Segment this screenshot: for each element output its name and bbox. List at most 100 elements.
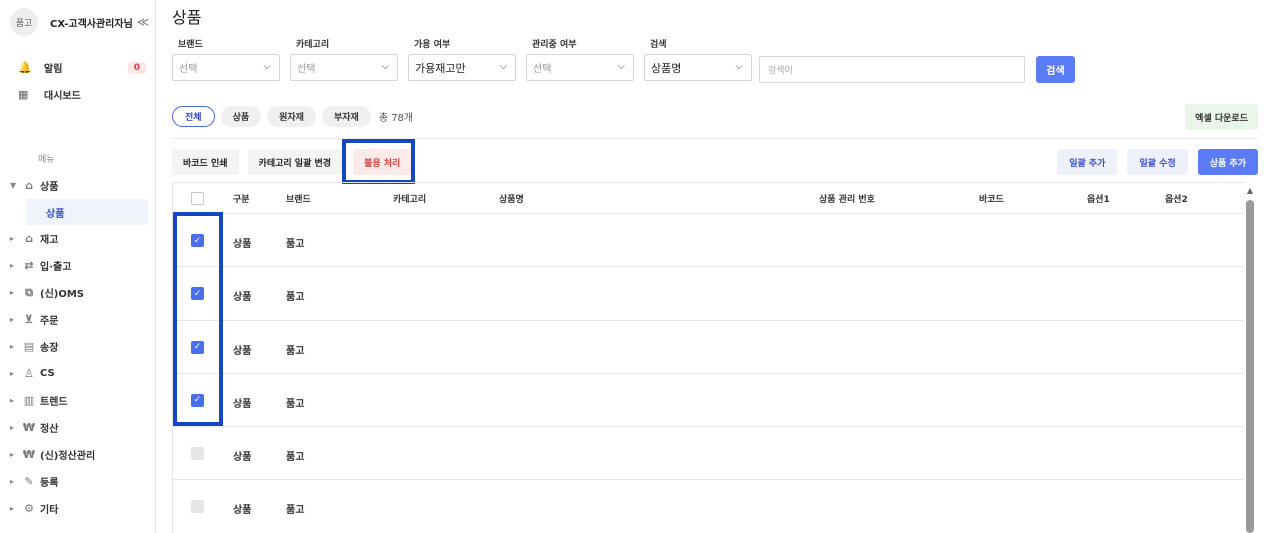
quick-links: 🔔 알림 0 ▦ 대시보드	[18, 54, 146, 108]
sidebar-item-invoice[interactable]: ▸ ▤ 송장	[10, 333, 150, 360]
brand-cell: 품고	[286, 239, 305, 250]
oms-icon: ⧉	[25, 285, 33, 299]
table-row[interactable]: ✓ 상품 품고	[173, 267, 1244, 321]
sidebar-item-trend[interactable]: ▸ ▥ 트렌드	[10, 387, 150, 414]
filter-brand: 브랜드 선택 ⌵	[172, 38, 280, 81]
invoice-icon: ▤	[23, 340, 35, 353]
chevron-right-icon: ▸	[10, 423, 15, 432]
sidebar-item-oms[interactable]: ▸ ⧉ (신)OMS	[10, 279, 150, 306]
brand-select[interactable]: 선택 ⌵	[172, 54, 280, 81]
table-row[interactable]: 상품 품고	[173, 427, 1244, 481]
available-select[interactable]: 가용재고만 ⌵	[408, 54, 516, 81]
collapse-sidebar-icon[interactable]: ≪	[137, 15, 150, 29]
table-row[interactable]: ✓ 상품 품고	[173, 214, 1244, 268]
excel-download-button[interactable]: 엑셀 다운로드	[1185, 104, 1258, 130]
row-checkbox[interactable]	[191, 447, 204, 461]
dashboard-icon: ▦	[18, 88, 29, 101]
tab-product[interactable]: 상품	[220, 106, 262, 127]
sidebar-item-cs[interactable]: ▸ ♙ CS	[10, 360, 150, 387]
user-name: CX-고객사관리자님	[50, 18, 133, 30]
search-input[interactable]: 검색어	[759, 56, 1025, 83]
column-header[interactable]: 카테고리	[393, 192, 426, 205]
filter-label: 브랜드	[178, 40, 203, 50]
chevron-right-icon: ▸	[10, 261, 15, 270]
sidebar-item-order[interactable]: ▸ ⊻ 주문	[10, 306, 150, 333]
table-scrollbar[interactable]: ▲	[1244, 182, 1256, 533]
sidebar-item-new-settle[interactable]: ▸ ₩ (신)정산관리	[10, 441, 150, 468]
sidebar-item-product[interactable]: ▼ ⌂ 상품	[10, 172, 150, 199]
table-row[interactable]: ✓ 상품 품고	[173, 374, 1244, 428]
sidebar-subitem-product[interactable]: 상품	[26, 199, 148, 225]
main-content: 상품 브랜드 선택 ⌵ 카테고리 선택 ⌵ 가용 여부 가용재고만 ⌵ 관리중 …	[172, 0, 1262, 533]
sidebar-item-label: (신)OMS	[40, 289, 84, 300]
sidebar-item-etc[interactable]: ▸ ⚙ 기타	[10, 495, 150, 522]
bar-chart-icon: ▥	[23, 394, 35, 407]
add-product-button[interactable]: 상품 추가	[1197, 149, 1258, 175]
avatar[interactable]: 품고	[10, 8, 38, 36]
won-icon: ₩	[22, 448, 36, 461]
bulk-edit-button[interactable]: 일괄 수정	[1127, 149, 1188, 175]
column-header[interactable]: 옵션1	[1087, 192, 1110, 205]
column-header[interactable]: 구분	[233, 192, 250, 205]
chevron-right-icon: ▸	[10, 288, 15, 297]
right-action-bar: 일괄 추가 일괄 수정 상품 추가	[1047, 149, 1258, 175]
column-header[interactable]: 옵션2	[1165, 192, 1188, 205]
barcode-print-button[interactable]: 바코드 인쇄	[172, 149, 239, 175]
scrollbar-thumb[interactable]	[1246, 200, 1254, 533]
brand-cell: 품고	[286, 452, 305, 464]
row-checkbox[interactable]	[191, 500, 204, 514]
type-cell: 상품	[233, 345, 252, 357]
tab-raw-material[interactable]: 원자재	[267, 106, 316, 127]
chevron-down-icon: ⌵	[617, 61, 625, 72]
search-type-select[interactable]: 상품명 ⌵	[644, 54, 752, 81]
bell-icon: 🔔	[18, 61, 32, 74]
selection-highlight-box	[173, 212, 223, 426]
sidebar-item-label: 트렌드	[40, 397, 68, 408]
sidebar-item-label: 상품	[40, 182, 59, 193]
scroll-up-icon[interactable]: ▲	[1244, 186, 1256, 195]
filter-label: 가용 여부	[414, 40, 451, 50]
select-all-checkbox[interactable]	[191, 192, 204, 205]
tab-sub-material[interactable]: 부자재	[321, 106, 371, 127]
column-header[interactable]: 바코드	[979, 192, 1004, 205]
column-header[interactable]: 브랜드	[286, 192, 311, 205]
select-value: 선택	[179, 64, 198, 75]
sidebar-item-inout[interactable]: ▸ ⇄ 입·출고	[10, 252, 150, 279]
sidebar-item-register[interactable]: ▸ ✎ 등록	[10, 468, 150, 495]
chevron-down-icon: ⌵	[735, 61, 743, 72]
category-select[interactable]: 선택 ⌵	[290, 54, 398, 81]
person-icon: ♙	[24, 367, 34, 380]
bulk-add-button[interactable]: 일괄 추가	[1057, 149, 1118, 175]
sidebar-item-settle[interactable]: ▸ ₩ 정산	[10, 414, 150, 441]
sidebar-item-stock[interactable]: ▸ ⌂ 재고	[10, 225, 150, 252]
column-header[interactable]: 상품명	[499, 192, 524, 205]
page-title: 상품	[172, 8, 202, 27]
table-row[interactable]: ✓ 상품 품고	[173, 321, 1244, 374]
type-cell: 상품	[233, 452, 252, 464]
type-cell: 상품	[233, 505, 252, 517]
filter-managed: 관리중 여부 선택 ⌵	[526, 38, 634, 81]
chevron-right-icon: ▸	[10, 504, 15, 513]
chevron-right-icon: ▸	[10, 315, 15, 324]
won-icon: ₩	[22, 421, 36, 434]
highlight-box	[342, 139, 415, 184]
sidebar-item-dashboard[interactable]: ▦ 대시보드	[18, 81, 146, 108]
column-header[interactable]: 상품 관리 번호	[819, 192, 875, 205]
managed-select[interactable]: 선택 ⌵	[526, 54, 634, 81]
sidebar-item-label: 대시보드	[44, 91, 81, 102]
warehouse-icon: ⌂	[25, 232, 33, 245]
table-row[interactable]: 상품 품고	[173, 480, 1244, 533]
chevron-down-icon: ⌵	[263, 61, 271, 72]
chevron-right-icon: ▸	[10, 396, 15, 405]
sidebar-item-label: 알림	[44, 64, 63, 75]
type-cell: 상품	[233, 239, 252, 250]
sidebar-item-alerts[interactable]: 🔔 알림 0	[18, 54, 146, 81]
category-bulk-change-button[interactable]: 카테고리 일괄 변경	[247, 149, 343, 175]
product-table: 구분 브랜드 카테고리 상품명 상품 관리 번호 바코드 옵션1 옵션2 ✓ 상…	[172, 182, 1244, 533]
search-button[interactable]: 검색	[1036, 56, 1075, 83]
tab-all[interactable]: 전체	[172, 106, 215, 127]
sidebar-item-label: 등록	[40, 478, 59, 489]
menu-section-label: 메뉴	[38, 155, 55, 165]
app-window: 품고 CX-고객사관리자님 ≪ 🔔 알림 0 ▦ 대시보드 메뉴 ▼ ⌂ 상품 …	[0, 0, 1268, 533]
gear-icon: ⚙	[24, 502, 34, 515]
